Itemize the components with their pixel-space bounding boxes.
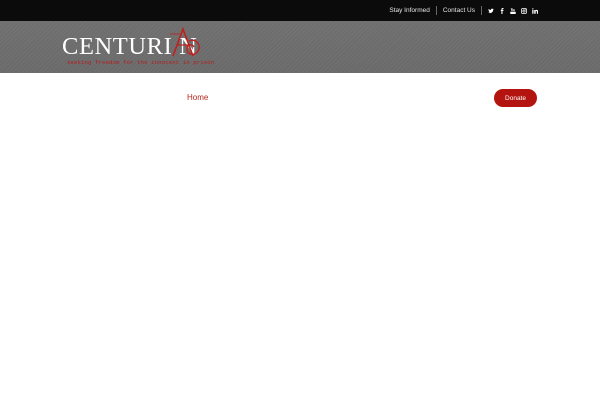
logo-emblem-icon bbox=[170, 26, 200, 57]
logo-tagline: seeking freedom for the innocent in pris… bbox=[67, 59, 215, 66]
youtube-icon[interactable] bbox=[510, 7, 516, 14]
nav-home-link[interactable]: Home bbox=[187, 93, 208, 102]
instagram-icon[interactable] bbox=[521, 7, 527, 14]
site-header: CENTURI N seeking freedom for the innoce… bbox=[0, 21, 600, 73]
social-links bbox=[488, 0, 538, 21]
page: Stay Informed Contact Us CENTURI N seeki… bbox=[0, 0, 600, 400]
top-links: Stay Informed Contact Us bbox=[383, 0, 482, 21]
divider bbox=[481, 6, 482, 15]
linkedin-icon[interactable] bbox=[532, 7, 538, 14]
site-logo[interactable]: CENTURI N seeking freedom for the innoce… bbox=[62, 25, 238, 67]
stay-informed-link[interactable]: Stay Informed bbox=[383, 7, 435, 14]
top-utility-bar: Stay Informed Contact Us bbox=[0, 0, 600, 21]
donate-button[interactable]: Donate bbox=[494, 89, 537, 107]
contact-us-link[interactable]: Contact Us bbox=[437, 7, 481, 14]
facebook-icon[interactable] bbox=[499, 7, 505, 14]
twitter-icon[interactable] bbox=[488, 8, 494, 14]
